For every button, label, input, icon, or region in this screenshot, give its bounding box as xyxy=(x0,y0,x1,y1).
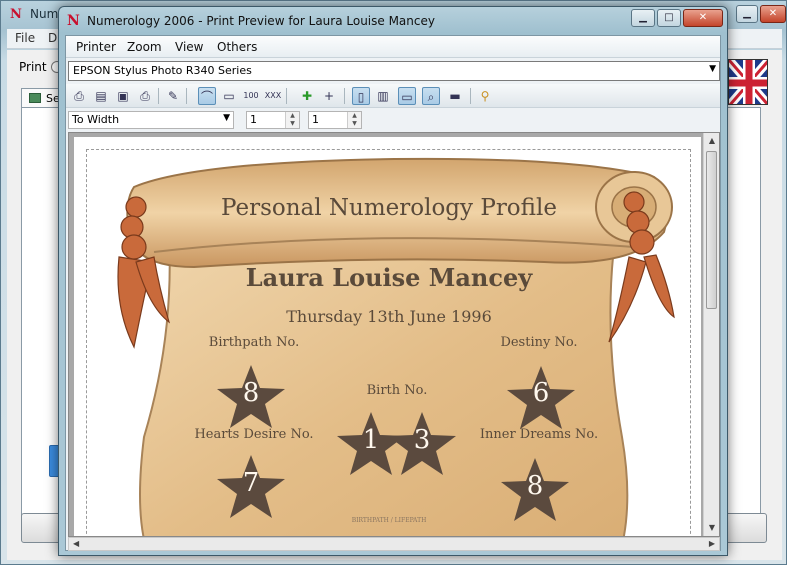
scroll-thumb[interactable] xyxy=(706,151,717,309)
maximize-button[interactable]: □ xyxy=(657,9,681,27)
zoom-mode-value: To Width xyxy=(72,113,120,126)
zoom-out-icon[interactable]: + xyxy=(320,87,338,105)
hearts-desire-label: Hearts Desire No. xyxy=(194,427,314,442)
menu-printer[interactable]: Printer xyxy=(76,40,116,54)
birthpath-value: 8 xyxy=(242,378,260,408)
preview-viewport[interactable]: Personal Numerology Profile Laura Louise… xyxy=(68,132,720,537)
birthpath-label: Birthpath No. xyxy=(208,335,300,350)
pages-across-stepper[interactable]: 1 ▲ ▼ xyxy=(246,111,300,129)
magnify-icon[interactable]: ⌕ xyxy=(422,87,440,105)
main-close-button[interactable]: ✕ xyxy=(760,5,786,23)
thumbnail-icon[interactable]: ▭ xyxy=(398,87,416,105)
pages-down-stepper[interactable]: 1 ▲ ▼ xyxy=(308,111,362,129)
pages-down-value: 1 xyxy=(312,113,319,126)
preview-toolbar: ⎙ ▤ ▣ ⎙ ✎ ⌒ ▭ 100 XXX ✚ + ▯ ▥ ▭ ⌕ ▬ ⚲ xyxy=(66,84,720,108)
close-button[interactable]: ✕ xyxy=(683,9,723,27)
main-window-controls: ▁ ✕ xyxy=(736,3,786,23)
preview-page: Personal Numerology Profile Laura Louise… xyxy=(74,137,701,536)
hearts-desire-value: 7 xyxy=(242,468,260,498)
zoom-100-icon[interactable]: 100 xyxy=(242,87,260,105)
menu-file[interactable]: File xyxy=(15,31,35,45)
scroll-right-icon[interactable]: ▶ xyxy=(709,538,715,550)
zoom-mode-select[interactable]: To Width ▼ xyxy=(68,111,234,129)
dialog-content: Printer Zoom View Others EPSON Stylus Ph… xyxy=(65,35,721,551)
dialog-menubar: Printer Zoom View Others xyxy=(66,36,720,58)
page-view-icon[interactable]: ▬ xyxy=(446,87,464,105)
uk-flag-icon[interactable] xyxy=(728,59,768,105)
zoom-in-icon[interactable]: ✚ xyxy=(298,87,316,105)
vertical-scrollbar[interactable]: ▲ ▼ xyxy=(703,133,719,536)
print-setup-icon[interactable]: ▤ xyxy=(92,87,110,105)
print-label: Print xyxy=(19,60,47,74)
toolbar-separator xyxy=(158,88,159,104)
menu-others[interactable]: Others xyxy=(217,40,257,54)
tab-icon xyxy=(29,93,41,103)
dialog-app-icon: N xyxy=(67,13,80,29)
single-page-icon[interactable]: ▯ xyxy=(352,87,370,105)
menu-zoom[interactable]: Zoom xyxy=(127,40,162,54)
stepper-arrows-icon[interactable]: ▲ ▼ xyxy=(347,112,361,128)
destiny-value: 6 xyxy=(532,378,550,408)
fit-page-icon[interactable]: ▭ xyxy=(220,87,238,105)
zoom-custom-icon[interactable]: XXX xyxy=(264,87,282,105)
birth-value-2: 3 xyxy=(413,425,431,455)
printer-select-value: EPSON Stylus Photo R340 Series xyxy=(73,64,252,77)
fit-width-icon[interactable]: ⌒ xyxy=(198,87,216,105)
dialog-title: Numerology 2006 - Print Preview for Laur… xyxy=(87,14,435,28)
print-preview-dialog: N Numerology 2006 - Print Preview for La… xyxy=(58,6,728,556)
zoom-bar: To Width ▼ 1 ▲ ▼ 1 ▲ ▼ xyxy=(66,109,720,131)
inner-dreams-value: 8 xyxy=(526,471,544,501)
chevron-down-icon: ▼ xyxy=(223,113,230,123)
scroll-left-icon[interactable]: ◀ xyxy=(73,538,79,550)
minimize-button[interactable]: ▁ xyxy=(631,9,655,27)
app-logo-icon: N xyxy=(10,7,22,22)
inner-dreams-label: Inner Dreams No. xyxy=(479,427,599,442)
page-footer-text: BIRTHPATH / LIFEPATH xyxy=(351,517,427,524)
main-window-title: Num xyxy=(30,7,59,21)
menu-d[interactable]: D xyxy=(48,31,57,45)
profile-date: Thursday 13th June 1996 xyxy=(286,307,492,326)
toolbar-separator xyxy=(344,88,345,104)
stamp-icon[interactable]: ⚲ xyxy=(476,87,494,105)
pages-across-value: 1 xyxy=(250,113,257,126)
printer-select[interactable]: EPSON Stylus Photo R340 Series ▼ xyxy=(68,61,720,81)
toolbar-separator xyxy=(186,88,187,104)
two-page-icon[interactable]: ▥ xyxy=(374,87,392,105)
birth-label: Birth No. xyxy=(366,383,428,398)
printer-icon[interactable]: ⎙ xyxy=(136,87,154,105)
profile-heading: Personal Numerology Profile xyxy=(221,195,557,221)
stepper-arrows-icon[interactable]: ▲ ▼ xyxy=(285,112,299,128)
tab-se[interactable]: Se xyxy=(21,88,61,108)
toolbar-separator xyxy=(286,88,287,104)
export-icon[interactable]: ▣ xyxy=(114,87,132,105)
horizontal-scrollbar[interactable]: ◀ ▶ xyxy=(68,537,720,551)
page-setup-icon[interactable]: ✎ xyxy=(164,87,182,105)
destiny-label: Destiny No. xyxy=(500,335,578,350)
chevron-down-icon: ▼ xyxy=(709,64,716,74)
toolbar-separator xyxy=(470,88,471,104)
scroll-up-icon[interactable]: ▲ xyxy=(704,133,719,149)
main-minimize-button[interactable]: ▁ xyxy=(736,5,758,23)
menu-view[interactable]: View xyxy=(175,40,203,54)
scroll-down-icon[interactable]: ▼ xyxy=(704,520,719,536)
profile-name: Laura Louise Mancey xyxy=(245,263,533,292)
print-icon[interactable]: ⎙ xyxy=(70,87,88,105)
